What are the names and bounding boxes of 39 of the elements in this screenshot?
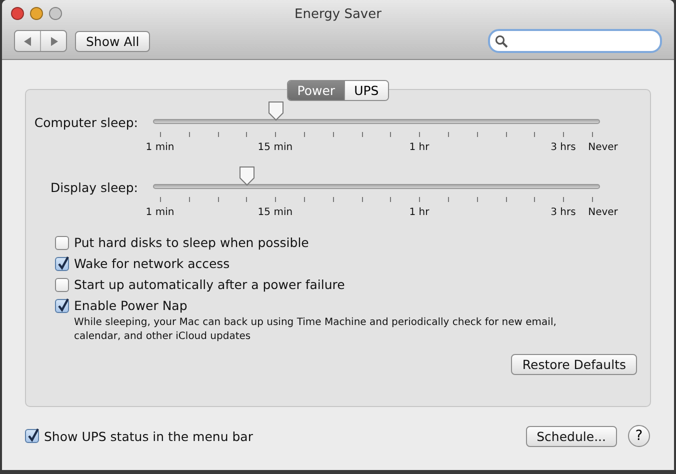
tick-label: 15 min	[258, 207, 293, 218]
search-field[interactable]	[488, 29, 662, 53]
slider-thumb[interactable]	[267, 101, 286, 121]
tick-label: Never	[588, 142, 618, 153]
checkbox[interactable]	[55, 278, 69, 292]
tick-label: Never	[588, 207, 618, 218]
checkbox[interactable]	[25, 429, 39, 443]
tick-label: 1 min	[146, 142, 174, 153]
tick-label: 1 min	[146, 207, 174, 218]
tick-label: 1 hr	[409, 207, 430, 218]
checkbox[interactable]	[55, 236, 69, 250]
tick-label: 3 hrs	[550, 207, 576, 218]
tick-label: 15 min	[258, 142, 293, 153]
search-icon	[495, 34, 508, 48]
restore-defaults-button[interactable]: Restore Defaults	[511, 354, 637, 375]
back-icon	[24, 36, 32, 46]
minimize-button[interactable]	[30, 7, 43, 20]
option-label: Put hard disks to sleep when possible	[74, 235, 309, 250]
slider-label: Display sleep:	[50, 180, 138, 195]
slider-label: Computer sleep:	[34, 115, 138, 130]
checkbox[interactable]	[55, 256, 69, 270]
option-label: Enable Power Nap	[74, 298, 188, 313]
tick-label: 1 hr	[409, 142, 430, 153]
option-description: While sleeping, your Mac can back up using Time Machine and periodically check for new email, calendar, and other iCloud updates	[73, 316, 558, 344]
close-button[interactable]	[11, 7, 24, 20]
checkbox[interactable]	[55, 298, 69, 312]
option-label: Wake for network access	[74, 256, 230, 271]
help-button[interactable]: ?	[628, 425, 650, 447]
tab[interactable]: Power	[288, 81, 344, 100]
option-label: Show UPS status in the menu bar	[44, 428, 253, 444]
slider-thumb[interactable]	[238, 166, 256, 186]
zoom-button[interactable]	[49, 7, 62, 20]
tab[interactable]: UPS	[344, 81, 388, 100]
schedule-button[interactable]: Schedule...	[526, 426, 617, 446]
option-label: Start up automatically after a power failure	[74, 277, 345, 292]
window-title: Energy Saver	[294, 7, 382, 22]
tick-label: 3 hrs	[550, 142, 576, 153]
forward-icon	[50, 36, 58, 46]
show-all-button[interactable]: Show All	[75, 30, 150, 52]
